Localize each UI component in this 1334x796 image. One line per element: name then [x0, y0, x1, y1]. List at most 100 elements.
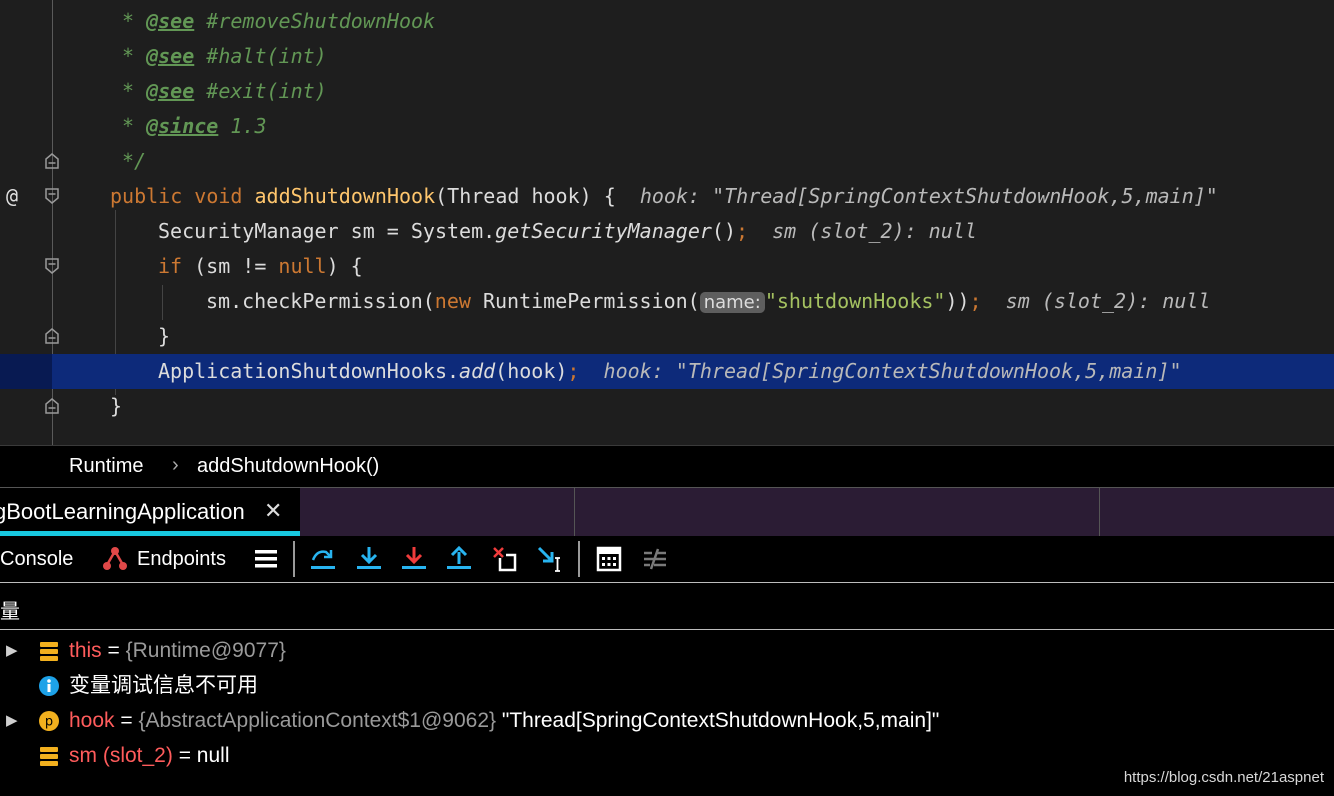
code-token: ; [969, 289, 982, 313]
info-message: 变量调试信息不可用 [69, 674, 258, 697]
code-line[interactable]: } [0, 319, 1334, 354]
code-line[interactable]: * @see #exit(int) [0, 74, 1334, 109]
variables-title: 量 [0, 601, 20, 623]
code-token: addShutdownHook [254, 184, 436, 208]
equals-sign: = [172, 744, 197, 767]
code-token: #removeShutdownHook [194, 9, 436, 33]
code-line[interactable]: * @since 1.3 [0, 109, 1334, 144]
code-token: RuntimePermission( [482, 289, 700, 313]
code-text: ApplicationShutdownHooks.add(hook); hook… [158, 354, 1182, 389]
trace-stream-icon[interactable] [640, 544, 670, 574]
code-text: * @since 1.3 [122, 109, 267, 144]
expand-arrow-icon[interactable]: ▶ [6, 633, 18, 668]
step-over-icon[interactable] [308, 544, 338, 574]
code-line[interactable]: SecurityManager sm = System.getSecurityM… [0, 214, 1334, 249]
expand-arrow-icon[interactable]: ▶ [6, 703, 18, 738]
variable-type: {AbstractApplicationContext$1@9062} [138, 709, 497, 732]
code-line[interactable]: public void addShutdownHook(Thread hook)… [0, 179, 1334, 214]
code-text: if (sm != null) { [158, 249, 363, 284]
code-token: #exit(int) [194, 79, 327, 103]
breadcrumb: Runtime › addShutdownHook() [0, 445, 1334, 488]
variable-name: hook [69, 709, 115, 732]
code-line[interactable]: */ [0, 144, 1334, 179]
code-text: * @see #halt(int) [122, 39, 327, 74]
code-token: 1.3 [218, 114, 267, 138]
field-icon [40, 747, 58, 766]
code-token: * [122, 9, 147, 33]
evaluate-expression-icon[interactable] [594, 544, 624, 574]
endpoints-icon[interactable] [101, 545, 129, 573]
variables-header: 量 [0, 583, 1334, 630]
code-token: @since [146, 114, 219, 138]
force-step-into-icon[interactable] [399, 544, 429, 574]
divider [1099, 488, 1100, 536]
execution-gutter [0, 354, 52, 389]
code-line[interactable]: if (sm != null) { [0, 249, 1334, 284]
step-into-icon[interactable] [354, 544, 384, 574]
code-token: @see [146, 44, 195, 68]
parameter-hint: name: [699, 292, 765, 313]
current-execution-line[interactable]: ApplicationShutdownHooks.add(hook); hook… [0, 354, 1334, 389]
code-text: * @see #removeShutdownHook [122, 4, 435, 39]
code-token: getSecurityManager [495, 219, 712, 243]
code-token: (sm != [194, 254, 279, 278]
variable-name: sm (slot_2) [69, 744, 173, 767]
info-icon [39, 676, 59, 696]
breadcrumb-class[interactable]: Runtime [69, 455, 143, 478]
code-token: @see [146, 9, 195, 33]
code-token: void [194, 184, 255, 208]
debug-tab-bar: gBootLearningApplication ✕ [0, 487, 1334, 537]
variables-tree[interactable]: ▶ this = {Runtime@9077} 变量调试信息不可用 ▶ p ho… [0, 630, 1334, 796]
divider [574, 488, 575, 536]
code-token: ApplicationShutdownHooks. [158, 359, 460, 383]
code-token: public [110, 184, 195, 208]
drop-frame-icon[interactable] [490, 544, 520, 574]
code-token: ) { [326, 254, 363, 278]
code-text: */ [122, 144, 146, 179]
debug-toolbar: Console Endpoints [0, 536, 1334, 583]
toolbar-separator [578, 541, 580, 577]
code-token: SecurityManager sm = System. [158, 219, 496, 243]
code-line[interactable]: } [0, 389, 1334, 424]
breadcrumb-separator: › [172, 454, 179, 476]
code-text: SecurityManager sm = System.getSecurityM… [158, 214, 977, 249]
code-token: (hook) [495, 359, 568, 383]
code-line[interactable]: * @see #removeShutdownHook [0, 4, 1334, 39]
inline-debug-value: sm (slot_2): null [981, 289, 1211, 313]
toolbar-separator [293, 541, 295, 577]
frames-list-icon[interactable] [252, 544, 282, 574]
code-text: public void addShutdownHook(Thread hook)… [110, 179, 1218, 214]
variable-value: "Thread[SpringContextShutdownHook,5,main… [496, 709, 940, 732]
param-icon: p [39, 711, 59, 731]
code-line[interactable]: * @see #halt(int) [0, 39, 1334, 74]
code-token: )) [945, 289, 970, 313]
code-token: ; [567, 359, 580, 383]
code-token: sm.checkPermission( [206, 289, 435, 313]
code-line[interactable]: sm.checkPermission(new RuntimePermission… [0, 284, 1334, 319]
run-to-cursor-icon[interactable] [535, 544, 565, 574]
svg-text:p: p [45, 715, 53, 730]
code-text: sm.checkPermission(new RuntimePermission… [206, 284, 1210, 320]
endpoints-tab[interactable]: Endpoints [137, 548, 226, 571]
code-token: } [158, 324, 171, 348]
code-token: if [158, 254, 195, 278]
variable-name: this [69, 639, 102, 662]
code-token: @see [146, 79, 195, 103]
code-token: * [122, 114, 147, 138]
code-token: add [459, 359, 496, 383]
code-token: (Thread hook) { [435, 184, 640, 208]
tab-run-config[interactable]: gBootLearningApplication ✕ [0, 488, 300, 536]
equals-sign: = [101, 639, 126, 662]
console-tab[interactable]: Console [0, 548, 73, 571]
code-token: #halt(int) [194, 44, 327, 68]
inline-debug-value: sm (slot_2): null [748, 219, 977, 243]
breadcrumb-method[interactable]: addShutdownHook() [197, 455, 379, 478]
step-out-icon[interactable] [444, 544, 474, 574]
code-token: () [711, 219, 736, 243]
inline-debug-value: hook: "Thread[SpringContextShutdownHook,… [639, 184, 1218, 208]
code-token: * [122, 79, 147, 103]
variable-type: {Runtime@9077} [125, 639, 286, 662]
close-icon[interactable]: ✕ [264, 499, 282, 524]
code-text: * @see #exit(int) [122, 74, 327, 109]
code-editor[interactable]: @ * @see #removeShutdownHook * @see #halt… [0, 0, 1334, 445]
